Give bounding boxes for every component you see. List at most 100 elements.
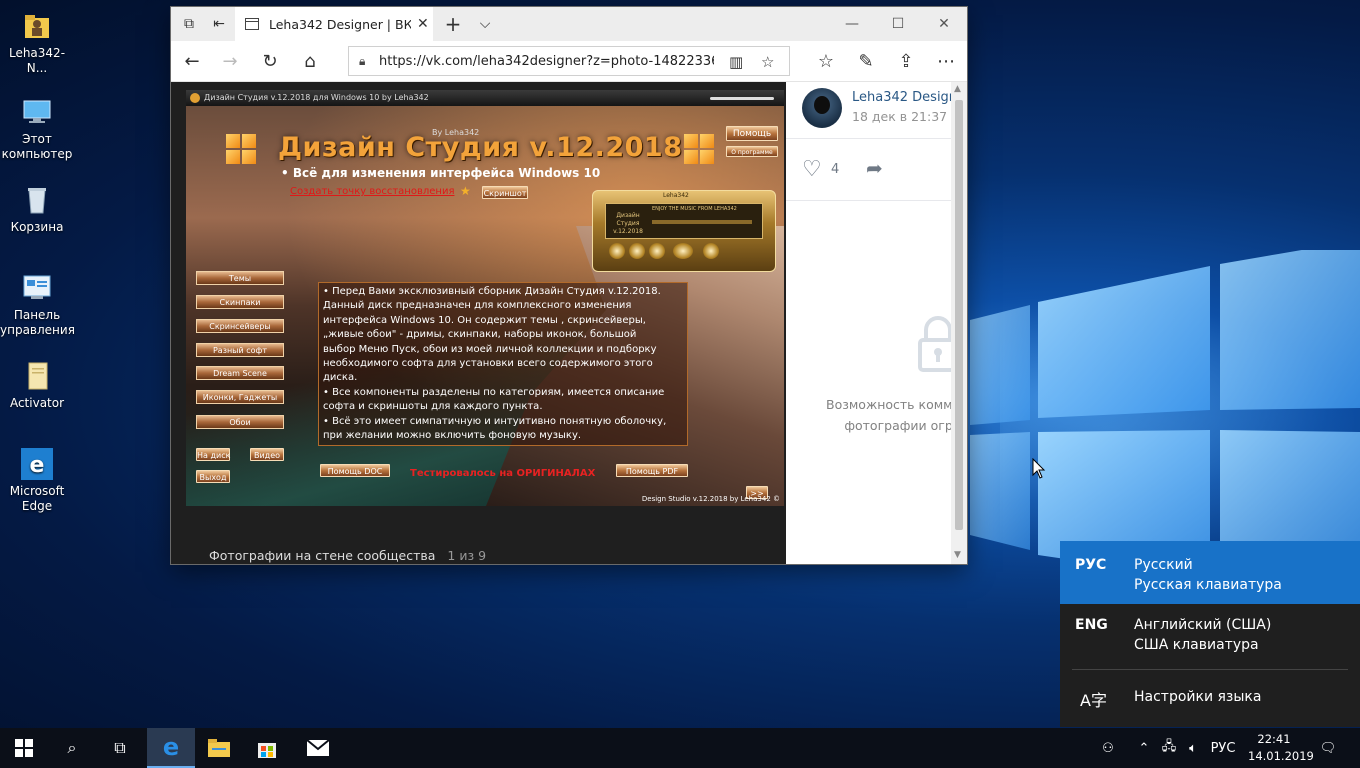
computer-icon	[21, 96, 53, 128]
close-tab-icon[interactable]: ✕	[417, 16, 429, 32]
file-icon	[21, 360, 53, 392]
to-disk-button: На диск	[196, 448, 230, 461]
volume-icon[interactable]: 🔈︎	[1182, 728, 1204, 768]
desc-line: диска.	[323, 372, 358, 384]
new-tab-icon[interactable]: +	[435, 7, 471, 41]
menu-item-software: Разный софт	[196, 343, 284, 357]
divider	[1072, 669, 1348, 670]
photo-title: Дизайн Студия v.12.2018	[278, 132, 683, 163]
reading-view-icon[interactable]: ▥	[729, 53, 743, 71]
desc-line: • Всё это имеет симпатичную и интуитивно…	[323, 415, 667, 427]
vertical-scrollbar[interactable]: ▲ ▼	[951, 82, 967, 564]
player-knob	[629, 243, 645, 259]
language-item-ru[interactable]: РУС Русский Русская клавиатура	[1060, 541, 1360, 604]
share-icon[interactable]: ⇪	[887, 45, 925, 77]
scroll-thumb[interactable]	[955, 100, 963, 530]
file-explorer-icon[interactable]	[195, 728, 243, 768]
forward-arrow-icon[interactable]: →	[211, 45, 249, 77]
avatar[interactable]	[802, 88, 842, 128]
scroll-up-icon[interactable]: ▲	[954, 84, 961, 94]
minimize-icon[interactable]: —	[829, 7, 875, 41]
author-name[interactable]: Leha342 Designer	[852, 90, 951, 105]
language-settings-label: Настройки языка	[1134, 689, 1262, 705]
start-button[interactable]	[0, 728, 48, 768]
tab-active[interactable]: Leha342 Designer | ВКо ✕	[235, 7, 433, 41]
desktop-icon-recycle-bin[interactable]: Корзина	[0, 184, 74, 235]
favorite-star-icon[interactable]: ☆	[761, 53, 774, 71]
share-arrow-icon[interactable]: ➦	[866, 156, 883, 180]
page-favicon-icon	[245, 18, 259, 30]
restore-tabs-icon[interactable]: ⇤	[201, 7, 237, 41]
tested-text: Тестировалось на ОРИГИНАЛАХ	[410, 468, 596, 479]
pen-icon[interactable]: ✎	[847, 45, 885, 77]
desktop-icon-label: Leha342-N...	[8, 46, 66, 75]
taskbar-edge-button[interactable]: e	[147, 728, 195, 768]
language-flyout: РУС Русский Русская клавиатура ENG Англи…	[1060, 541, 1360, 727]
windows-logo-icon	[226, 134, 258, 166]
photo[interactable]: Дизайн Студия v.12.2018 для Windows 10 b…	[186, 90, 784, 506]
favorites-icon[interactable]: ☆	[807, 45, 845, 77]
keyboard-name: Русская клавиатура	[1134, 577, 1282, 593]
back-arrow-icon[interactable]: ←	[173, 45, 211, 77]
search-icon[interactable]: ⌕	[48, 728, 96, 768]
nav-bar: ← → ↻ ⌂ 🔒︎ https://vk.com/leha342designe…	[171, 41, 967, 82]
blocked-line-1: Возможность комментирования	[826, 397, 951, 412]
post-date[interactable]: 18 дек в 21:37	[852, 109, 947, 124]
video-button: Видео	[250, 448, 284, 461]
people-icon[interactable]: ⚇	[1096, 728, 1120, 768]
input-language-button[interactable]: РУС	[1208, 728, 1238, 768]
language-item-en[interactable]: ENG Английский (США) США клавиатура	[1060, 604, 1360, 668]
player-knob	[609, 243, 625, 259]
close-window-icon[interactable]: ✕	[921, 7, 967, 41]
like-count: 4	[831, 162, 840, 177]
edge-icon: e	[21, 448, 53, 480]
desktop-icon-control-panel[interactable]: Панель управления	[0, 272, 75, 338]
home-icon[interactable]: ⌂	[291, 45, 329, 77]
player-text: ENJOY THE MUSIC FROM LEHA342	[652, 206, 737, 212]
desktop-icon-edge[interactable]: e Microsoft Edge	[0, 448, 74, 514]
url-text: https://vk.com/leha342designer?z=photo-1…	[379, 53, 714, 69]
task-view-icon[interactable]: ⧉	[96, 728, 144, 768]
player-screen: ENJOY THE MUSIC FROM LEHA342 Дизайн Студ…	[605, 203, 763, 239]
desktop-icon-this-pc[interactable]: Этот компьютер	[0, 96, 74, 162]
refresh-icon[interactable]: ↻	[251, 45, 289, 77]
desc-line: при желании можно включить фоновую музык…	[323, 430, 582, 442]
more-icon[interactable]: ⋯	[927, 45, 965, 77]
divider	[786, 138, 951, 139]
photo-footer: Design Studio v.12.2018 by Leha342 ©	[641, 495, 780, 503]
player-seek-bar	[652, 220, 752, 224]
menu-item-skinpacks: Скинпаки	[196, 295, 284, 309]
screenshot-button: Скриншот	[482, 186, 528, 199]
player-knob	[649, 243, 665, 259]
mouse-cursor-icon	[1032, 458, 1046, 479]
photo-scene: By Leha342 Дизайн Студия v.12.2018 • Всё…	[186, 106, 784, 506]
player-caption: Дизайн Студия v.12.2018	[613, 212, 643, 235]
language-name: Русский	[1134, 557, 1193, 573]
clock[interactable]: 22:41 14.01.2019	[1248, 731, 1314, 765]
page-content: Дизайн Студия v.12.2018 для Windows 10 b…	[171, 82, 967, 564]
maximize-icon[interactable]: ☐	[875, 7, 921, 41]
mail-icon[interactable]	[294, 728, 342, 768]
heart-icon[interactable]: ♡	[802, 157, 822, 182]
caption-count: 1 из 9	[447, 548, 487, 563]
keyboard-name: США клавиатура	[1134, 637, 1259, 653]
desktop-icon-user-folder[interactable]: Leha342-N...	[0, 10, 74, 76]
player-knob	[703, 243, 719, 259]
address-bar[interactable]: 🔒︎ https://vk.com/leha342designer?z=phot…	[348, 46, 790, 76]
action-center-icon[interactable]: 🗨︎	[1314, 728, 1342, 768]
store-icon[interactable]	[243, 728, 291, 768]
photo-window-header: Дизайн Студия v.12.2018 для Windows 10 b…	[186, 90, 784, 106]
app-icon	[190, 93, 200, 103]
network-icon[interactable]: 🖧︎	[1158, 728, 1180, 768]
edge-icon: e	[162, 733, 180, 761]
chevron-up-icon[interactable]: ⌃	[1134, 728, 1154, 768]
menu-item-screensavers: Скринсейверы	[196, 319, 284, 333]
photo-header-title: Дизайн Студия v.12.2018 для Windows 10 b…	[204, 93, 429, 102]
caption-text: Фотографии на стене сообщества	[209, 548, 436, 563]
clock-date: 14.01.2019	[1248, 749, 1314, 763]
scroll-down-icon[interactable]: ▼	[954, 550, 961, 560]
photo-caption[interactable]: Фотографии на стене сообщества 1 из 9	[209, 548, 486, 563]
desktop-icon-activator[interactable]: Activator	[0, 360, 74, 411]
chevron-down-icon[interactable]: ⌵	[467, 7, 503, 41]
language-settings-link[interactable]: A字 Настройки языка	[1060, 675, 1360, 719]
